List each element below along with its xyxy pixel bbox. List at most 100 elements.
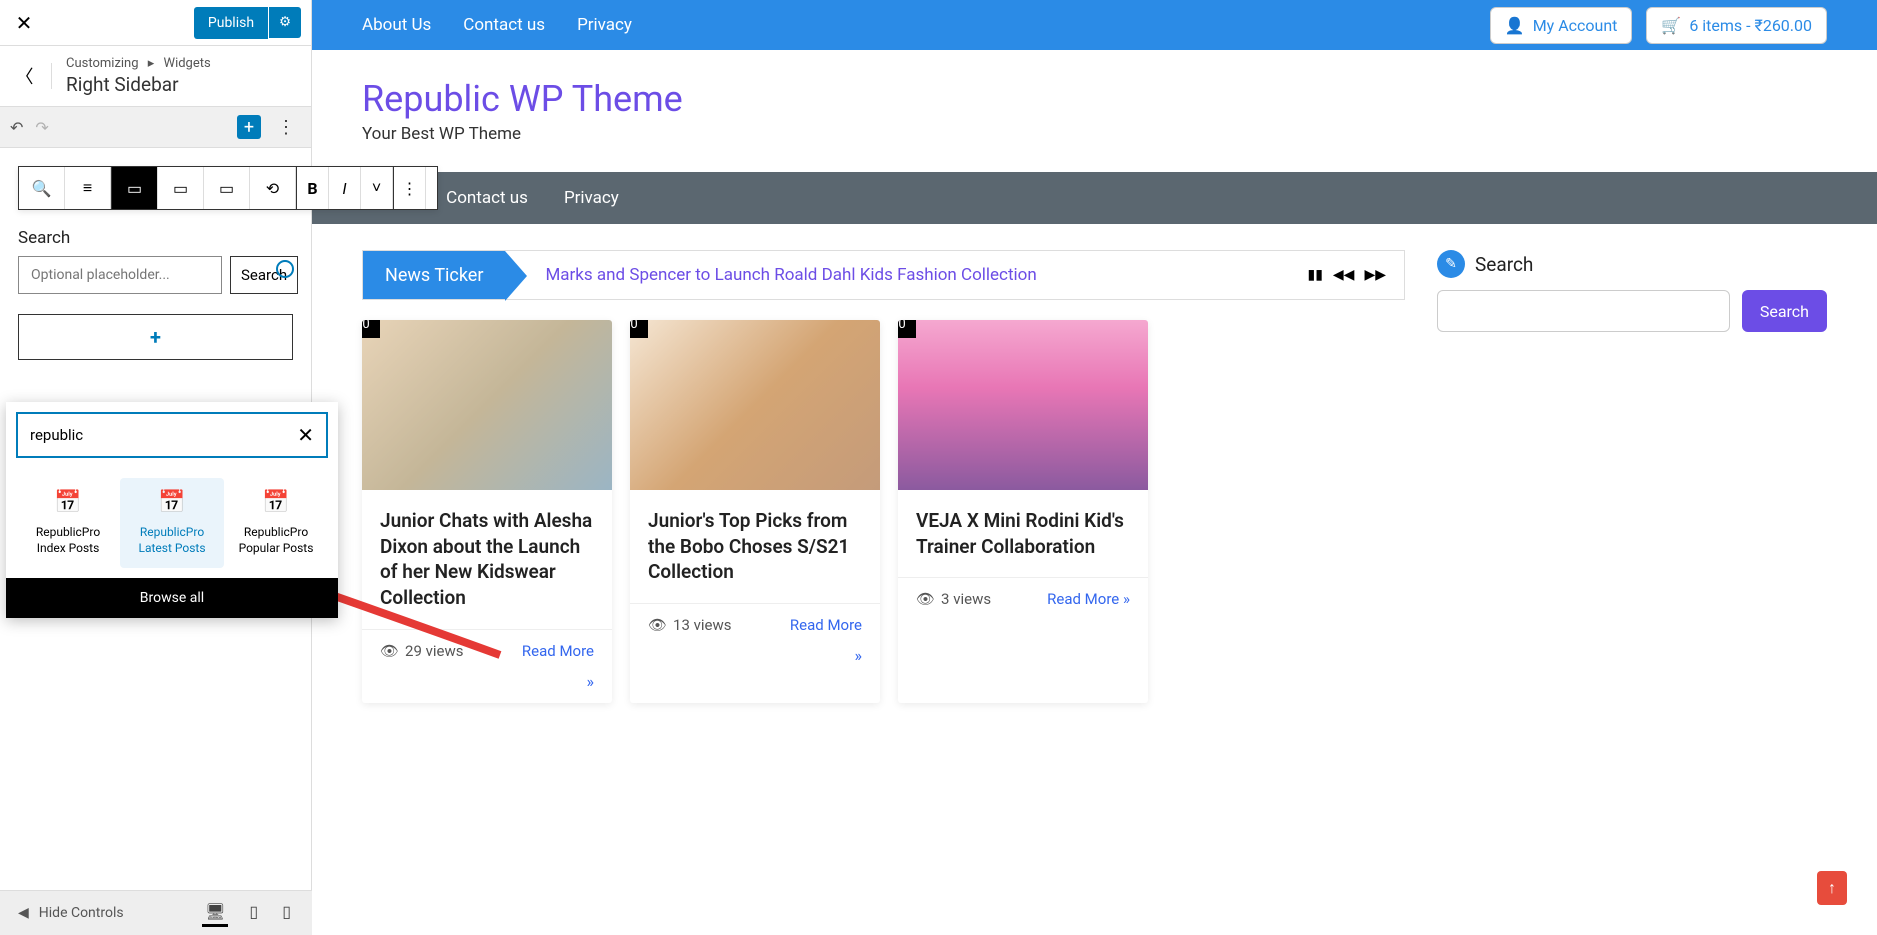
block-option-label: RepublicPro Latest Posts [128,525,216,556]
browse-all-button[interactable]: Browse all [6,578,338,618]
block-option-label: RepublicPro Index Posts [24,525,112,556]
mobile-preview-button[interactable]: ▯ [279,899,294,927]
breadcrumb: Customizing ▸ Widgets [66,56,211,71]
layout-option-1[interactable]: ▭ [112,167,158,209]
edit-widget-button[interactable]: ✎ [1437,250,1465,278]
ticker-next-icon[interactable]: ▶▶ [1364,267,1386,283]
back-button[interactable]: 〈 [12,63,52,89]
publish-button[interactable]: Publish [194,7,268,39]
sidebar-search-input[interactable] [1437,290,1730,332]
block-option-latest-posts[interactable]: 📅 RepublicPro Latest Posts [120,478,224,568]
ticker-label: News Ticker [363,251,505,299]
secondary-navigation: Js Contact us Privacy [312,172,1877,224]
post-title: Junior's Top Picks from the Bobo Choses … [648,508,862,585]
sidebar: ✎ Search Search [1437,250,1827,703]
calendar-icon: 📅 [128,490,216,515]
cart-icon: 🛒 [1661,16,1681,35]
scroll-to-top-button[interactable]: ↑ [1817,871,1847,905]
main-column: News Ticker Marks and Spencer to Launch … [362,250,1405,703]
block-option-popular-posts[interactable]: 📅 RepublicPro Popular Posts [224,478,328,568]
nav-privacy[interactable]: Privacy [577,15,632,35]
block-option-index-posts[interactable]: 📅 RepublicPro Index Posts [16,478,120,568]
breadcrumb-root: Customizing [66,56,139,71]
read-more-link[interactable]: Read More [790,616,862,634]
news-ticker: News Ticker Marks and Spencer to Launch … [362,250,1405,300]
editor-toolbar: ↶ ↷ + ⋮ [0,107,311,148]
post-card[interactable]: 0 VEJA X Mini Rodini Kid's Trainer Colla… [898,320,1148,703]
desktop-preview-button[interactable]: 🖥 [202,899,228,927]
more-format-button[interactable]: ˅ [361,167,393,209]
bold-button[interactable]: B [297,167,329,209]
breadcrumb-sep: ▸ [148,56,155,71]
redo-icon[interactable]: ↷ [35,118,48,137]
search-placeholder-input[interactable] [18,256,222,294]
ticker-text[interactable]: Marks and Spencer to Launch Roald Dahl K… [545,265,1307,285]
layout-option-3[interactable]: ▭ [204,167,250,209]
italic-button[interactable]: I [329,167,361,209]
post-card[interactable]: 0 Junior Chats with Alesha Dixon about t… [362,320,612,703]
add-block-button[interactable]: + [237,115,261,139]
site-header: Republic WP Theme Your Best WP Theme [312,50,1877,172]
calendar-icon: 📅 [232,490,320,515]
eye-icon: 👁 [916,590,935,608]
chevron-right-icon: » [630,646,880,677]
read-more-link[interactable]: Read More [522,642,594,660]
cart-button[interactable]: 🛒 6 items - ₹260.00 [1646,7,1827,44]
post-badge: 0 [362,320,380,338]
sec-nav-item[interactable]: Contact us [446,188,528,208]
cart-label: 6 items - ₹260.00 [1689,16,1812,35]
plus-icon: + [150,325,161,349]
align-icon[interactable]: ≡ [65,167,111,209]
eye-icon: 👁 [648,616,667,634]
more-options-button[interactable]: ⋮ [271,117,301,138]
post-views: 👁3 views [916,590,991,608]
sidebar-search-label: Search [1475,253,1533,276]
hide-controls-button[interactable]: ◀ Hide Controls [18,905,124,921]
inserter-search-input[interactable] [16,412,328,458]
post-image [898,320,1148,490]
insert-block-button[interactable]: + [18,314,293,360]
nav-about-us[interactable]: About Us [362,15,431,35]
post-badge: 0 [630,320,648,338]
search-block-icon[interactable]: 🔍 [19,167,65,209]
calendar-icon: 📅 [24,490,112,515]
widget-edit-area: Search Search + [0,210,311,378]
layout-option-2[interactable]: ▭ [158,167,204,209]
customizer-section-title: Right Sidebar [66,73,211,96]
publish-settings-button[interactable]: ⚙ [269,7,301,38]
user-icon: 👤 [1505,16,1525,35]
my-account-button[interactable]: 👤 My Account [1490,7,1633,44]
customizer-nav: 〈 Customizing ▸ Widgets Right Sidebar [0,46,311,107]
eye-icon: 👁 [380,642,399,660]
block-more-button[interactable]: ⋮ [394,167,426,209]
link-icon[interactable]: ⟲ [250,167,296,209]
chevron-left-icon: ◀ [18,905,29,921]
post-image [362,320,612,490]
block-option-label: RepublicPro Popular Posts [232,525,320,556]
ticker-pause-icon[interactable]: ▮▮ [1307,267,1322,283]
site-title[interactable]: Republic WP Theme [362,78,1827,120]
search-widget-button[interactable]: Search [230,256,298,294]
hide-controls-label: Hide Controls [39,905,124,921]
read-more-link[interactable]: Read More » [1047,590,1130,608]
customizer-topbar: ✕ Publish ⚙ [0,0,311,46]
block-toolbar: 🔍 ≡ ▭ ▭ ▭ ⟲ B I ˅ ⋮ [18,166,438,210]
my-account-label: My Account [1533,16,1618,35]
post-title: Junior Chats with Alesha Dixon about the… [380,508,594,611]
undo-icon[interactable]: ↶ [10,118,23,137]
tablet-preview-button[interactable]: ▯ [246,899,261,927]
sec-nav-item[interactable]: Privacy [564,188,619,208]
sidebar-search-button[interactable]: Search [1742,290,1827,332]
clear-search-icon[interactable]: ✕ [297,423,314,447]
post-views: 👁13 views [648,616,732,634]
search-widget-label: Search [18,228,293,248]
post-card[interactable]: 0 Junior's Top Picks from the Bobo Chose… [630,320,880,703]
top-navigation: About Us Contact us Privacy 👤 My Account… [312,0,1877,50]
ticker-prev-icon[interactable]: ◀◀ [1333,267,1355,283]
breadcrumb-section: Widgets [164,56,211,71]
post-title: VEJA X Mini Rodini Kid's Trainer Collabo… [916,508,1130,559]
nav-contact-us[interactable]: Contact us [463,15,545,35]
post-image [630,320,880,490]
block-inserter: ✕ 📅 RepublicPro Index Posts 📅 RepublicPr… [6,402,338,618]
close-button[interactable]: ✕ [0,0,48,46]
